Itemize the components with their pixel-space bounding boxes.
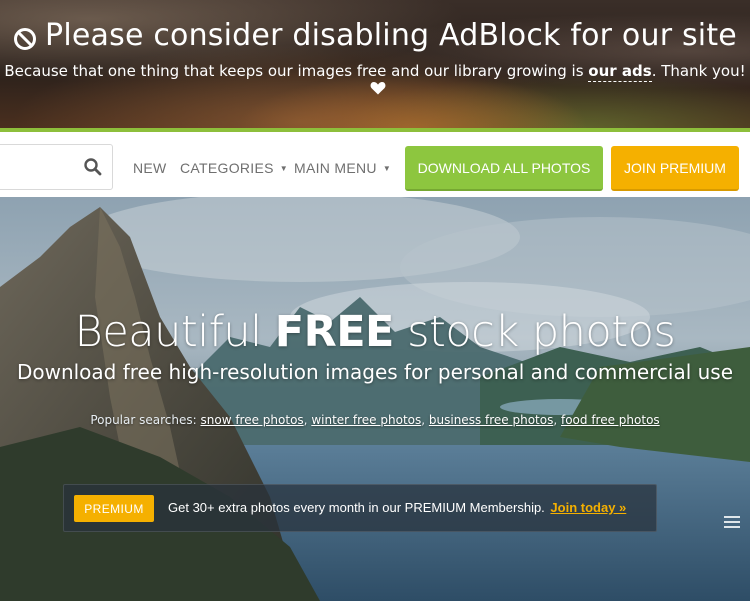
- join-premium-button[interactable]: JOIN PREMIUM: [611, 146, 739, 191]
- caret-down-icon: ▼: [279, 164, 288, 173]
- popular-search-link[interactable]: business free photos: [429, 413, 553, 427]
- caret-down-icon: ▼: [382, 164, 392, 173]
- hero-title: Beautiful FREE stock photos: [0, 307, 750, 357]
- search-icon[interactable]: [83, 157, 103, 177]
- hero-title-light-1: Beautiful: [74, 307, 275, 357]
- adblock-subtitle-text: Because that one thing that keeps our im…: [4, 62, 589, 80]
- premium-promo-text: Get 30+ extra photos every month in our …: [168, 500, 626, 515]
- popular-search-link[interactable]: snow free photos: [201, 413, 304, 427]
- hero-background-image: [0, 197, 750, 601]
- nav-main-menu[interactable]: MAIN MENU ▼: [294, 160, 391, 176]
- menu-lines-icon[interactable]: [724, 513, 740, 528]
- premium-promo-message: Get 30+ extra photos every month in our …: [168, 500, 545, 515]
- popular-search-link[interactable]: winter free photos: [311, 413, 421, 427]
- adblock-title: Please consider disabling AdBlock for ou…: [0, 18, 750, 53]
- premium-badge[interactable]: PREMIUM: [74, 495, 154, 522]
- nav-new-label: NEW: [133, 160, 167, 176]
- nav-categories-label: CATEGORIES: [180, 160, 274, 176]
- nav-main-menu-label: MAIN MENU: [294, 160, 377, 176]
- search-input[interactable]: [0, 144, 113, 190]
- adblock-title-text: Please consider disabling AdBlock for ou…: [45, 18, 737, 53]
- adblock-subtitle: Because that one thing that keeps our im…: [0, 62, 750, 99]
- premium-promo-bar: PREMIUM Get 30+ extra photos every month…: [63, 484, 657, 532]
- nav-new[interactable]: NEW: [133, 160, 167, 176]
- hero-title-bold: FREE: [274, 307, 395, 357]
- hero-section: Beautiful FREE stock photos Download fre…: [0, 197, 750, 601]
- our-ads-link[interactable]: our ads: [588, 62, 652, 82]
- adblock-thanks: . Thank you!: [651, 62, 746, 80]
- hero-title-light-2: stock photos: [393, 307, 676, 357]
- nav-categories[interactable]: CATEGORIES ▼: [180, 160, 288, 176]
- main-navbar: NEW CATEGORIES ▼ MAIN MENU ▼ DOWNLOAD ALL …: [0, 128, 750, 197]
- download-all-photos-button[interactable]: DOWNLOAD ALL PHOTOS: [405, 146, 603, 191]
- join-today-link[interactable]: Join today »: [550, 500, 626, 515]
- hero-subtitle: Download free high-resolution images for…: [16, 360, 734, 384]
- adblock-banner: Please consider disabling AdBlock for ou…: [0, 0, 750, 128]
- ban-icon: [13, 24, 37, 50]
- popular-searches-label: Popular searches:: [90, 413, 197, 427]
- popular-search-link[interactable]: food free photos: [561, 413, 660, 427]
- heart-icon: [370, 80, 386, 99]
- popular-searches: Popular searches: snow free photos, wint…: [90, 413, 660, 427]
